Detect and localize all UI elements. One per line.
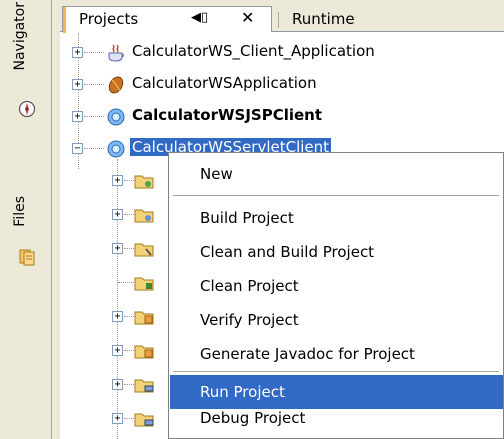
tab-runtime[interactable]: Runtime [278, 8, 458, 32]
menu-item-generate-javadoc[interactable]: Generate Javadoc for Project [170, 337, 503, 371]
tree-node-label: CalculatorWSJSPClient [132, 106, 323, 124]
context-menu: New Build Project Clean and Build Projec… [168, 152, 504, 439]
menu-item-label: Generate Javadoc for Project [200, 345, 415, 363]
folder-icon [134, 341, 154, 361]
menu-separator [173, 371, 499, 372]
side-toolbar: Navigator Files [0, 0, 52, 439]
java-cup-icon [106, 43, 126, 63]
collapse-toggle[interactable]: − [72, 143, 83, 154]
tab-bar: Projects ◀▯ ✕ Runtime [60, 0, 504, 33]
navigator-tab[interactable]: Navigator [4, 2, 48, 162]
menu-item-label: Clean Project [200, 277, 299, 295]
menu-item-label: Clean and Build Project [200, 243, 375, 261]
menu-item-label: New [200, 165, 233, 183]
minimize-icon[interactable]: ◀▯ [191, 10, 208, 25]
menu-item-label: Build Project [200, 209, 294, 227]
navigator-icon [18, 100, 36, 118]
files-tab-label: Files [12, 196, 28, 227]
menu-item-clean-project[interactable]: Clean Project [170, 269, 503, 303]
web-globe-icon [106, 139, 126, 159]
folder-icon [134, 239, 154, 259]
folder-icon [134, 171, 154, 191]
expand-toggle[interactable]: + [72, 111, 83, 122]
folder-icon [134, 205, 154, 225]
expand-toggle[interactable]: + [72, 47, 83, 58]
tree-node-label: CalculatorWSApplication [132, 74, 317, 92]
menu-item-build-project[interactable]: Build Project [170, 201, 503, 235]
web-globe-icon [106, 107, 126, 127]
files-tab[interactable]: Files [4, 196, 48, 286]
files-icon [18, 248, 36, 266]
folder-icon [134, 273, 154, 293]
tab-accent [63, 7, 66, 33]
expand-toggle[interactable]: + [112, 379, 123, 390]
tab-separator [278, 12, 279, 28]
tree-connector [84, 52, 104, 53]
tree-connector [124, 316, 134, 317]
expand-toggle[interactable]: + [112, 243, 123, 254]
tree-connector [124, 350, 134, 351]
tree-node-client-application[interactable]: + CalculatorWS_Client_Application [60, 37, 504, 69]
tree-connector [124, 214, 134, 215]
bean-icon [106, 75, 126, 95]
tree-connector [84, 116, 104, 117]
expand-toggle[interactable]: + [112, 345, 123, 356]
tree-connector [118, 282, 134, 283]
tree-connector [124, 418, 134, 419]
expand-toggle[interactable]: + [112, 209, 123, 220]
tree-node-jsp-client[interactable]: + CalculatorWSJSPClient [60, 101, 504, 133]
navigator-tab-label: Navigator [12, 2, 28, 71]
expand-toggle[interactable]: + [112, 413, 123, 424]
tree-connector [84, 84, 104, 85]
tree-connector [124, 180, 134, 181]
menu-item-run-project[interactable]: Run Project [170, 375, 503, 409]
tree-connector [84, 148, 104, 149]
tab-runtime-label: Runtime [292, 10, 355, 28]
expand-toggle[interactable]: + [112, 175, 123, 186]
expand-toggle[interactable]: + [112, 311, 123, 322]
tab-projects-label: Projects [79, 10, 139, 28]
menu-item-new[interactable]: New [170, 157, 503, 191]
folder-icon [134, 375, 154, 395]
tab-projects[interactable]: Projects ◀▯ ✕ [62, 6, 272, 33]
expand-toggle[interactable]: + [72, 79, 83, 90]
tree-node-ws-application[interactable]: + CalculatorWSApplication [60, 69, 504, 101]
menu-item-verify-project[interactable]: Verify Project [170, 303, 503, 337]
tree-node-label: CalculatorWS_Client_Application [132, 42, 375, 60]
tree-connector [124, 248, 134, 249]
tree-connector [124, 384, 134, 385]
folder-icon [134, 307, 154, 327]
menu-item-label: Debug Project [200, 409, 306, 427]
menu-item-label: Run Project [200, 383, 285, 401]
menu-item-label: Verify Project [200, 311, 299, 329]
menu-item-clean-and-build[interactable]: Clean and Build Project [170, 235, 503, 269]
close-icon[interactable]: ✕ [241, 8, 254, 27]
menu-separator [173, 195, 499, 196]
folder-icon [134, 409, 154, 429]
menu-item-debug-project[interactable]: Debug Project [170, 409, 503, 438]
